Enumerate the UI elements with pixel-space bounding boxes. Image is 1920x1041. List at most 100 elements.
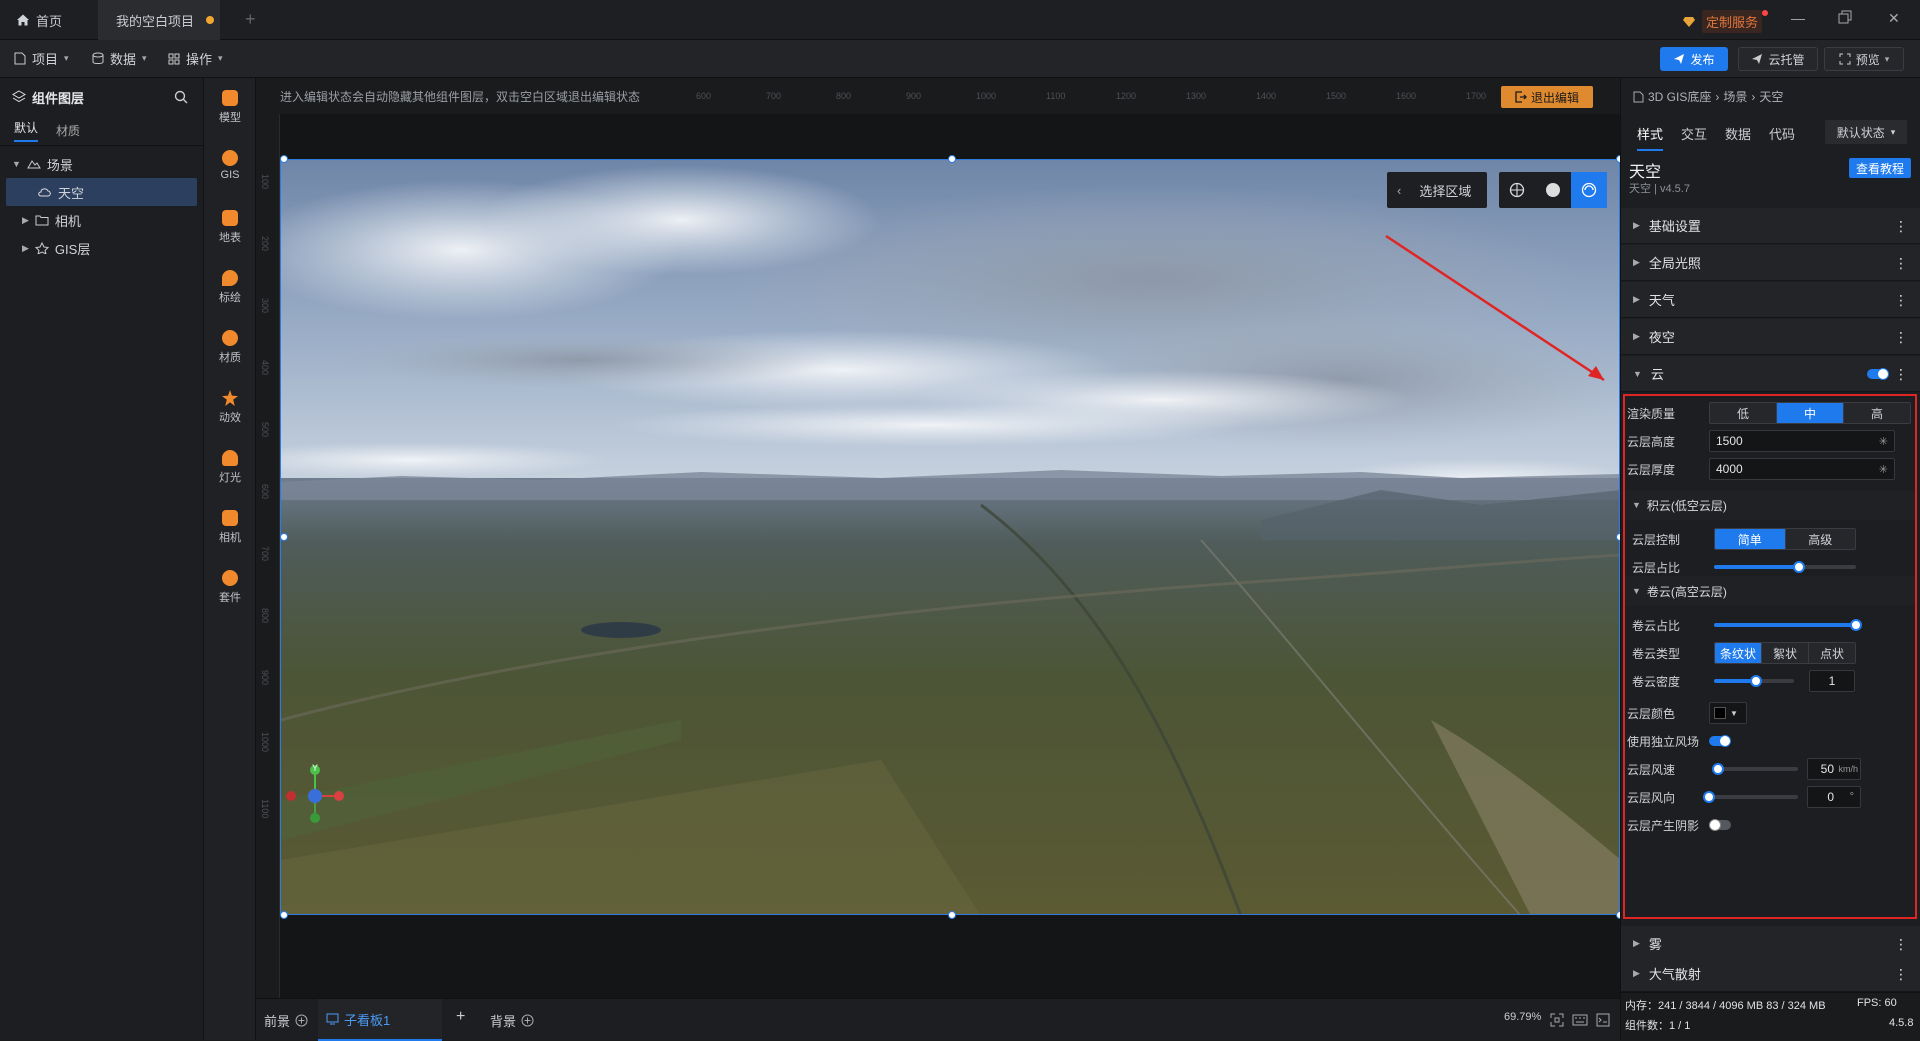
section-night-sky[interactable]: ▶ 夜空 ⋮ [1621, 319, 1920, 355]
more-icon[interactable]: ⋮ [1894, 366, 1908, 383]
tool-effect[interactable]: 动效 [204, 390, 256, 425]
more-icon[interactable]: ⋮ [1894, 329, 1908, 346]
publish-button[interactable]: 发布 [1660, 47, 1728, 71]
slider-knob[interactable] [1712, 763, 1725, 775]
cirrus-stripe-option[interactable]: 条纹状 [1715, 643, 1762, 663]
section-cloud[interactable]: ▼ 云 ⋮ [1621, 356, 1920, 392]
caret-down-icon[interactable]: ▼ [12, 159, 21, 169]
zoom-level[interactable]: 69.79% [1504, 1011, 1541, 1023]
wind-speed-input[interactable]: 50 km/h [1807, 758, 1861, 780]
add-circle-icon[interactable] [295, 1014, 308, 1027]
tab-project[interactable]: 我的空白项目 [98, 0, 220, 40]
keyboard-icon[interactable] [1572, 1014, 1588, 1026]
tool-material[interactable]: 材质 [204, 330, 256, 365]
tool-terrain[interactable]: 地表 [204, 210, 256, 245]
tree-item-camera[interactable]: ▶ 相机 [0, 206, 203, 234]
cloud-shadow-toggle[interactable] [1709, 819, 1731, 831]
foreground-tab[interactable]: 前景 [264, 1011, 308, 1030]
cumulus-subsection[interactable]: ▼ 积云(低空云层) [1625, 490, 1915, 520]
independent-wind-toggle[interactable] [1709, 735, 1731, 747]
tab-code[interactable]: 代码 [1769, 124, 1795, 151]
slider-knob[interactable] [1850, 619, 1862, 631]
orbit-view-icon[interactable] [1571, 172, 1607, 208]
tab-data[interactable]: 数据 [1725, 124, 1751, 151]
terminal-icon[interactable] [1596, 1013, 1610, 1027]
more-icon[interactable]: ⋮ [1894, 292, 1908, 309]
section-global-light[interactable]: ▶ 全局光照 ⋮ [1621, 245, 1920, 281]
cloud-thickness-input[interactable]: 4000 ✳ [1709, 458, 1895, 480]
slider-knob[interactable] [1703, 791, 1715, 803]
cloud-enable-toggle[interactable] [1867, 368, 1889, 380]
more-icon[interactable]: ⋮ [1894, 255, 1908, 272]
more-icon[interactable]: ⋮ [1894, 218, 1908, 235]
cloud-ratio-slider[interactable] [1714, 561, 1856, 573]
resize-handle[interactable] [948, 155, 956, 163]
preview-button[interactable]: 预览 ▾ [1824, 47, 1904, 71]
resize-handle[interactable] [280, 155, 288, 163]
resize-handle[interactable] [280, 911, 288, 919]
section-weather[interactable]: ▶ 天气 ⋮ [1621, 282, 1920, 318]
resize-handle[interactable] [948, 911, 956, 919]
resize-handle[interactable] [280, 533, 288, 541]
close-icon[interactable]: ✕ [1888, 10, 1900, 27]
tree-item-scene[interactable]: ▼ 场景 [0, 150, 203, 178]
quality-low-option[interactable]: 低 [1710, 403, 1777, 423]
search-icon[interactable] [174, 90, 188, 104]
tree-item-sky[interactable]: 天空 [6, 178, 197, 206]
cloud-color-picker[interactable]: ▼ [1709, 702, 1747, 724]
tab-style[interactable]: 样式 [1637, 124, 1664, 151]
breadcrumb-item[interactable]: 天空 [1759, 88, 1783, 105]
caret-right-icon[interactable]: ▶ [22, 215, 29, 226]
breadcrumb-item[interactable]: 3D GIS底座 [1648, 88, 1711, 105]
state-select[interactable]: 默认状态 ▾ [1825, 120, 1907, 144]
add-circle-icon[interactable] [521, 1014, 534, 1027]
control-advanced-option[interactable]: 高级 [1785, 529, 1855, 549]
custom-service-button[interactable]: 定制服务 [1682, 10, 1769, 33]
axis-gizmo[interactable]: Y [281, 760, 351, 830]
tab-interaction[interactable]: 交互 [1681, 124, 1707, 151]
caret-right-icon[interactable]: ▶ [22, 243, 29, 254]
cirrus-density-slider[interactable] [1714, 675, 1794, 687]
cirrus-subsection[interactable]: ▼ 卷云(高空云层) [1625, 576, 1915, 606]
tool-gis[interactable]: GIS [204, 150, 256, 181]
tool-kit[interactable]: 套件 [204, 570, 256, 605]
canvas-area[interactable]: 进入编辑状态会自动隐藏其他组件图层，双击空白区域退出编辑状态 600 700 8… [256, 78, 1624, 998]
cirrus-density-input[interactable]: 1 [1809, 670, 1855, 692]
background-tab[interactable]: 背景 [490, 1011, 534, 1030]
cloud-height-input[interactable]: 1500 ✳ [1709, 430, 1895, 452]
menu-operate[interactable]: 操作 ▾ [168, 49, 223, 68]
wind-direction-slider[interactable] [1703, 791, 1798, 803]
wind-direction-input[interactable]: 0 ° [1807, 786, 1861, 808]
tab-home[interactable]: 首页 [16, 0, 62, 40]
menu-data[interactable]: 数据 ▾ [92, 49, 147, 68]
chevron-left-icon[interactable]: ‹ [1397, 183, 1401, 198]
minimize-icon[interactable]: — [1791, 10, 1805, 26]
cirrus-fluffy-option[interactable]: 絮状 [1762, 643, 1809, 663]
wind-speed-slider[interactable] [1712, 763, 1798, 775]
slider-knob[interactable] [1793, 561, 1806, 573]
menu-project[interactable]: 项目 ▾ [14, 49, 69, 68]
slider-knob[interactable] [1749, 675, 1762, 687]
add-board-icon[interactable]: + [456, 1008, 465, 1026]
globe-view-icon[interactable] [1499, 172, 1535, 208]
sphere-view-icon[interactable] [1535, 172, 1571, 208]
new-tab-icon[interactable]: + [245, 9, 256, 30]
tool-light[interactable]: 灯光 [204, 450, 256, 485]
tutorial-button[interactable]: 查看教程 [1849, 158, 1911, 178]
section-atmosphere[interactable]: ▶ 大气散射 ⋮ [1621, 956, 1920, 992]
breadcrumb-item[interactable]: 场景 [1723, 88, 1747, 105]
quality-high-option[interactable]: 高 [1844, 403, 1910, 423]
tab-material[interactable]: 材质 [56, 122, 80, 139]
subboard-tab[interactable]: 子看板1 [318, 999, 442, 1041]
more-icon[interactable]: ⋮ [1894, 936, 1908, 953]
cirrus-dot-option[interactable]: 点状 [1809, 643, 1855, 663]
tree-item-gis[interactable]: ▶ GIS层 [0, 234, 203, 262]
select-area-button[interactable]: ‹ 选择区域 [1387, 172, 1487, 208]
tab-default[interactable]: 默认 [14, 119, 39, 142]
more-icon[interactable]: ⋮ [1894, 966, 1908, 983]
tool-plot[interactable]: 标绘 [204, 270, 256, 305]
tool-camera[interactable]: 相机 [204, 510, 256, 545]
quality-mid-option[interactable]: 中 [1777, 403, 1844, 423]
cirrus-ratio-slider[interactable] [1714, 619, 1862, 631]
tool-model[interactable]: 模型 [204, 90, 256, 125]
